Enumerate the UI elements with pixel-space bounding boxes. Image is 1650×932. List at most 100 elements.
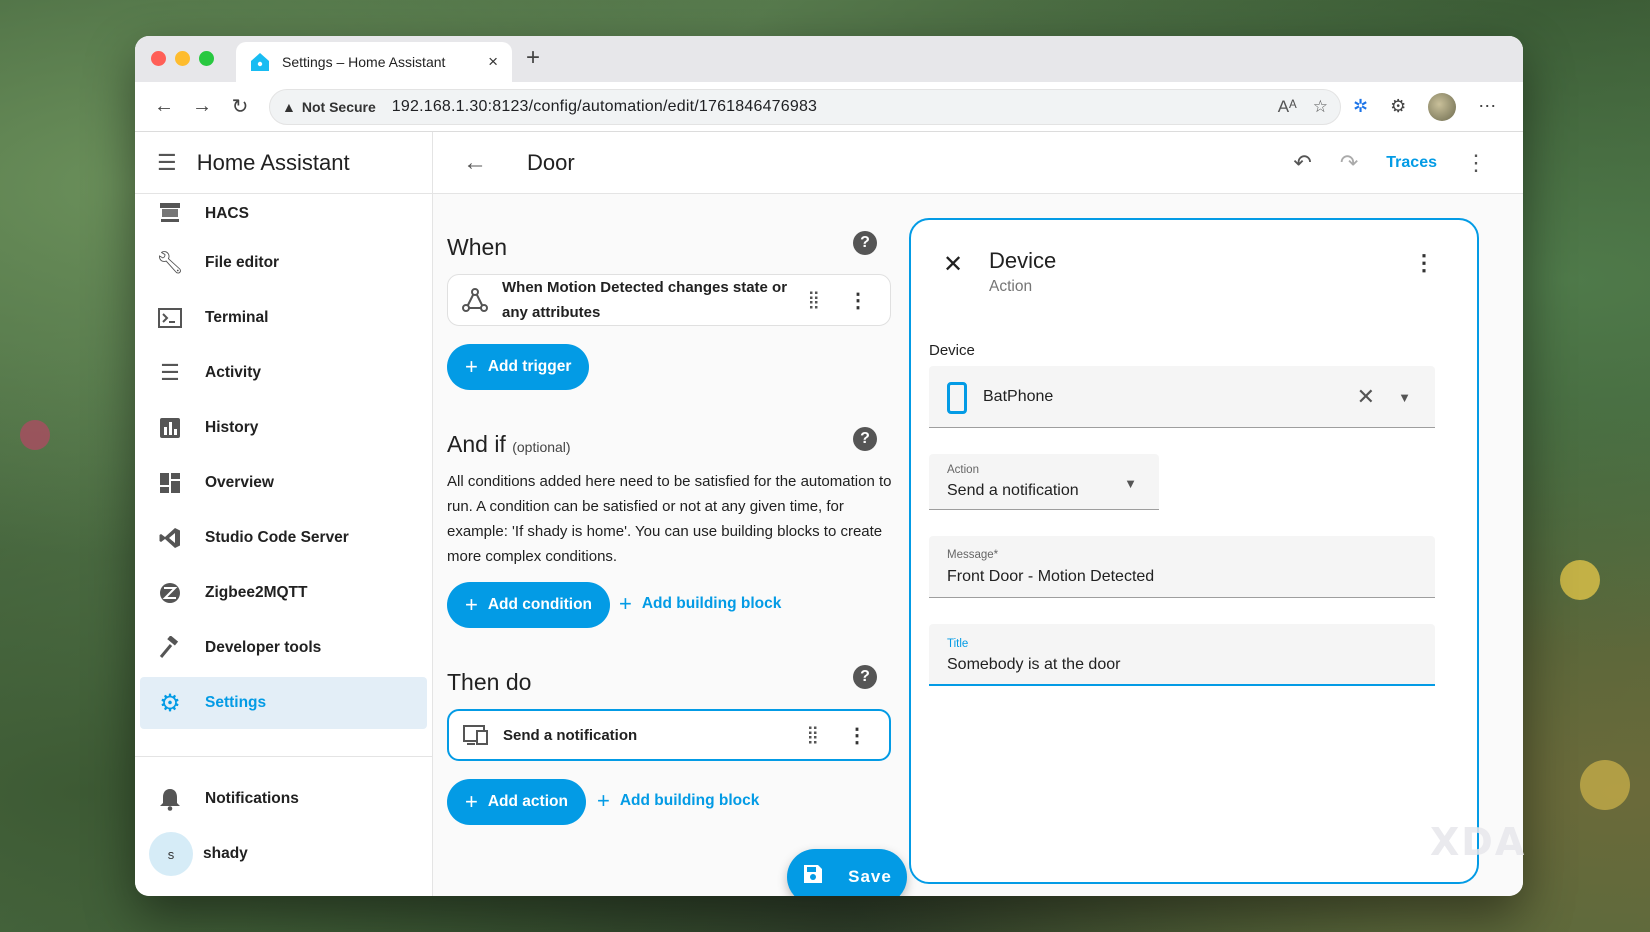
help-icon[interactable]: ?	[853, 427, 877, 451]
add-action-button[interactable]: + Add action	[447, 779, 586, 825]
redo-icon[interactable]: ↷	[1340, 150, 1358, 176]
drag-handle-icon[interactable]: ⣿	[808, 290, 821, 310]
sidebar-item-hacs[interactable]: HACS	[140, 194, 427, 234]
sidebar-item-file-editor[interactable]: 🔧︎ File editor	[140, 237, 427, 289]
add-building-block-button[interactable]: + Add building block	[619, 591, 781, 617]
sidebar-item-settings[interactable]: ⚙ Settings	[140, 677, 427, 729]
avatar: s	[149, 832, 193, 876]
action-label: Send a notification	[503, 726, 638, 744]
zoom-window-button[interactable]	[199, 51, 214, 66]
background-decoration	[1560, 560, 1600, 600]
chevron-down-icon[interactable]: ▼	[1124, 476, 1137, 491]
action-field-value: Send a notification	[947, 482, 1079, 499]
trigger-menu-icon[interactable]: ⋮	[848, 288, 868, 313]
save-label: Save	[848, 867, 892, 886]
plus-icon: +	[465, 789, 478, 814]
tab-close-icon[interactable]: ×	[488, 52, 498, 72]
action-select[interactable]: Action Send a notification ▼	[929, 454, 1159, 510]
device-picker[interactable]: BatPhone ✕ ▼	[929, 366, 1435, 428]
help-icon[interactable]: ?	[853, 231, 877, 255]
tab-bar: Settings – Home Assistant × +	[135, 36, 1523, 82]
close-window-button[interactable]	[151, 51, 166, 66]
sidebar-bottom: Notifications s shady	[140, 770, 427, 880]
sidebar-item-label: Developer tools	[205, 639, 322, 656]
help-icon[interactable]: ?	[853, 665, 877, 689]
warning-icon: ▲	[282, 98, 296, 115]
extension-icon[interactable]: ✲	[1353, 96, 1368, 117]
hammer-icon	[157, 635, 183, 661]
title-value: Somebody is at the door	[947, 656, 1121, 673]
message-label: Message*	[947, 549, 999, 561]
extensions-puzzle-icon[interactable]: ⚙	[1390, 96, 1406, 117]
browser-menu-icon[interactable]: ⋯	[1478, 96, 1496, 117]
sidebar-item-activity[interactable]: ☰ Activity	[140, 347, 427, 399]
sidebar: ☰ Home Assistant HACS 🔧︎ File editor Ter…	[135, 132, 433, 896]
sidebar-item-history[interactable]: History	[140, 402, 427, 454]
trigger-label: When Motion Detected changes state or an…	[502, 279, 788, 321]
xda-watermark: XDA	[1430, 820, 1527, 864]
undo-icon[interactable]: ↶	[1293, 150, 1311, 176]
device-label: Device	[929, 342, 975, 359]
browser-tab[interactable]: Settings – Home Assistant ×	[236, 42, 512, 82]
trigger-card[interactable]: When Motion Detected changes state or an…	[447, 274, 891, 326]
sidebar-item-notifications[interactable]: Notifications	[140, 773, 427, 825]
reload-icon[interactable]: ↻	[221, 88, 259, 126]
sidebar-item-zigbee2mqtt[interactable]: Zigbee2MQTT	[140, 567, 427, 619]
and-if-section-title: And if (optional)	[447, 431, 571, 458]
sidebar-item-developer-tools[interactable]: Developer tools	[140, 622, 427, 674]
back-arrow-icon[interactable]: ←	[463, 149, 487, 177]
background-decoration	[1580, 760, 1630, 810]
read-aloud-icon[interactable]: Aᴬ	[1278, 97, 1297, 117]
sidebar-item-label: Notifications	[205, 790, 299, 807]
drag-handle-icon[interactable]: ⣿	[807, 725, 820, 745]
plus-icon: +	[465, 354, 478, 379]
address-bar[interactable]: ▲ Not Secure 192.168.1.30:8123/config/au…	[269, 88, 1341, 125]
close-icon[interactable]: ✕	[943, 250, 963, 279]
sidebar-list: HACS 🔧︎ File editor Terminal ☰ Activity …	[135, 194, 432, 729]
favorite-star-icon[interactable]: ☆	[1313, 97, 1328, 117]
message-value: Front Door - Motion Detected	[947, 568, 1155, 585]
back-icon[interactable]: ←	[145, 88, 183, 126]
wrench-icon: 🔧︎	[156, 250, 184, 275]
title-field[interactable]: Title Somebody is at the door	[929, 624, 1435, 686]
action-menu-icon[interactable]: ⋮	[847, 723, 867, 748]
when-section-title: When	[447, 234, 507, 261]
main-content: ← Door ↶ ↷ Traces ⋮ When ? When Motion D…	[433, 132, 1523, 896]
action-card[interactable]: Send a notification ⣿ ⋮	[447, 709, 891, 761]
background-decoration	[20, 420, 50, 450]
sidebar-item-label: Terminal	[205, 309, 269, 326]
zigbee-icon	[157, 580, 183, 606]
message-field[interactable]: Message* Front Door - Motion Detected	[929, 536, 1435, 598]
and-if-title-text: And if	[447, 431, 506, 457]
bell-icon	[157, 786, 183, 812]
chart-icon	[157, 415, 183, 441]
sidebar-item-user[interactable]: s shady	[140, 828, 427, 880]
profile-avatar[interactable]	[1428, 92, 1457, 121]
clear-icon[interactable]: ✕	[1357, 384, 1375, 410]
device-action-panel: ✕ Device Action ⋮ Device BatPhone ✕ ▼ Ac…	[909, 218, 1479, 884]
page-title: Door	[527, 149, 575, 175]
security-label[interactable]: Not Secure	[302, 99, 376, 115]
add-building-block-button[interactable]: + Add building block	[597, 788, 759, 814]
chevron-down-icon[interactable]: ▼	[1398, 390, 1411, 405]
more-options-icon[interactable]: ⋮	[1465, 150, 1487, 176]
minimize-window-button[interactable]	[175, 51, 190, 66]
new-tab-button[interactable]: +	[526, 44, 540, 72]
plus-icon: +	[597, 788, 610, 813]
sidebar-item-overview[interactable]: Overview	[140, 457, 427, 509]
sidebar-item-studio-code-server[interactable]: Studio Code Server	[140, 512, 427, 564]
traces-button[interactable]: Traces	[1386, 154, 1437, 172]
forward-icon[interactable]: →	[183, 88, 221, 126]
panel-menu-icon[interactable]: ⋮	[1413, 250, 1435, 276]
menu-icon[interactable]: ☰	[157, 150, 177, 176]
sidebar-divider	[135, 756, 432, 757]
add-condition-button[interactable]: + Add condition	[447, 582, 611, 628]
panel-title: Device	[989, 248, 1057, 273]
url-text[interactable]: 192.168.1.30:8123/config/automation/edit…	[392, 98, 1262, 116]
add-action-label: Add action	[487, 793, 568, 810]
add-trigger-button[interactable]: + Add trigger	[447, 344, 590, 390]
sidebar-item-terminal[interactable]: Terminal	[140, 292, 427, 344]
save-button[interactable]: Save	[787, 849, 907, 896]
add-building-block-label: Add building block	[641, 595, 782, 612]
sidebar-item-label: HACS	[205, 205, 249, 222]
